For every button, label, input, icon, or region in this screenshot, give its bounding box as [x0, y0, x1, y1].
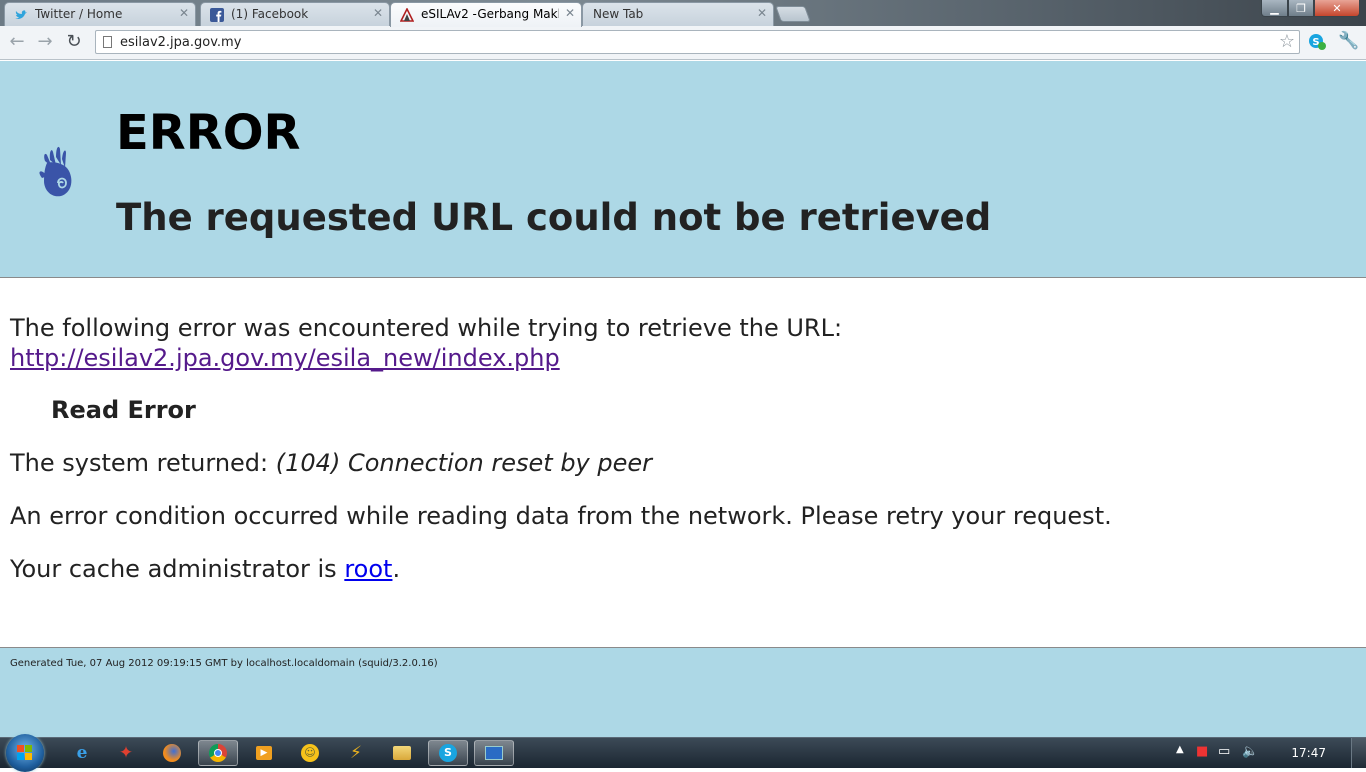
browser-toolbar: ← → ↻ esilav2.jpa.gov.my ☆ S 🔧: [0, 26, 1366, 60]
taskbar-winamp-icon[interactable]: ⚡: [336, 740, 376, 766]
taskbar-chrome-icon[interactable]: [198, 740, 238, 766]
reload-icon[interactable]: ↻: [63, 32, 85, 52]
error-condition-text: An error condition occurred while readin…: [10, 502, 1112, 530]
generated-text: Generated Tue, 07 Aug 2012 09:19:15 GMT …: [10, 658, 438, 669]
taskbar-window-icon[interactable]: [474, 740, 514, 766]
tray-app-icon[interactable]: ■: [1196, 744, 1208, 759]
stop-hand-icon: [39, 146, 72, 197]
error-footer: Generated Tue, 07 Aug 2012 09:19:15 GMT …: [0, 647, 1366, 737]
taskbar-clock[interactable]: 17:47: [1291, 746, 1326, 760]
tab-title: eSILAv2 -Gerbang Maklum: [421, 7, 559, 21]
close-window-button[interactable]: ✕: [1314, 0, 1360, 17]
twitter-bird-icon: [15, 10, 27, 19]
tab-new[interactable]: New Tab ✕: [582, 2, 774, 26]
facebook-icon: [210, 8, 224, 22]
page-content: ERROR The requested URL could not be ret…: [0, 61, 1366, 737]
admin-link[interactable]: root: [344, 555, 392, 583]
taskbar-internet-explorer-icon[interactable]: e: [62, 740, 102, 766]
forward-arrow-icon[interactable]: →: [34, 32, 56, 52]
browser-tab-strip: Twitter / Home ✕ (1) Facebook ✕ eSILAv2 …: [0, 0, 1366, 27]
windows-taskbar: e ✦ ▶ ☺ ⚡ S ▲ ■ ▭ 🔈 17:47: [0, 734, 1366, 772]
address-text[interactable]: esilav2.jpa.gov.my: [120, 35, 241, 50]
back-arrow-icon[interactable]: ←: [6, 32, 28, 52]
admin-prefix: Your cache administrator is: [10, 555, 337, 583]
taskbar-firefox-icon[interactable]: [152, 740, 192, 766]
tab-close-icon[interactable]: ✕: [373, 6, 383, 20]
volume-icon[interactable]: 🔈: [1242, 744, 1258, 759]
system-returned-label: The system returned:: [10, 449, 269, 477]
system-returned: The system returned: (104) Connection re…: [10, 449, 652, 477]
taskbar-app-icon[interactable]: ✦: [106, 740, 146, 766]
tab-close-icon[interactable]: ✕: [565, 6, 575, 20]
wrench-menu-icon[interactable]: 🔧: [1338, 31, 1359, 51]
tab-close-icon[interactable]: ✕: [757, 6, 767, 20]
tab-title: Twitter / Home: [35, 7, 123, 21]
address-bar[interactable]: esilav2.jpa.gov.my ☆: [95, 30, 1300, 54]
taskbar-messenger-icon[interactable]: ☺: [290, 740, 330, 766]
esila-logo-icon: [400, 8, 414, 22]
tab-close-icon[interactable]: ✕: [179, 6, 189, 20]
bookmark-star-icon[interactable]: ☆: [1279, 31, 1295, 52]
requested-url-link[interactable]: http://esilav2.jpa.gov.my/esila_new/inde…: [10, 344, 560, 372]
window-controls: ▁ ❐ ✕: [1261, 0, 1360, 18]
system-tray: ▲ ■ ▭ 🔈 17:47: [1166, 738, 1366, 768]
system-returned-value: (104) Connection reset by peer: [275, 449, 653, 477]
tab-title: New Tab: [593, 7, 644, 21]
taskbar-skype-icon[interactable]: S: [428, 740, 468, 766]
windows-logo-icon: [17, 745, 32, 760]
new-tab-button[interactable]: [775, 6, 811, 22]
page-title: ERROR: [116, 105, 301, 161]
error-title: Read Error: [51, 396, 196, 424]
page-subtitle: The requested URL could not be retrieved: [116, 196, 992, 239]
tab-twitter[interactable]: Twitter / Home ✕: [4, 2, 196, 26]
tab-title: (1) Facebook: [231, 7, 309, 21]
network-icon[interactable]: ▭: [1218, 744, 1230, 759]
minimize-button[interactable]: ▁: [1261, 0, 1288, 17]
tab-facebook[interactable]: (1) Facebook ✕: [200, 2, 390, 26]
show-desktop-button[interactable]: [1351, 738, 1366, 768]
skype-extension-icon[interactable]: S: [1308, 32, 1326, 50]
taskbar-media-player-icon[interactable]: ▶: [244, 740, 284, 766]
cache-admin: Your cache administrator is root.: [10, 555, 400, 583]
start-button[interactable]: [6, 734, 44, 772]
tab-esila-active[interactable]: eSILAv2 -Gerbang Maklum ✕: [390, 2, 582, 27]
intro-text: The following error was encountered whil…: [10, 314, 843, 342]
page-icon: [103, 36, 112, 48]
tray-expand-icon[interactable]: ▲: [1176, 744, 1184, 755]
taskbar-explorer-folder-icon[interactable]: [382, 740, 422, 766]
error-titlebar: ERROR The requested URL could not be ret…: [0, 61, 1366, 278]
admin-suffix: .: [392, 555, 401, 583]
restore-button[interactable]: ❐: [1288, 0, 1314, 17]
